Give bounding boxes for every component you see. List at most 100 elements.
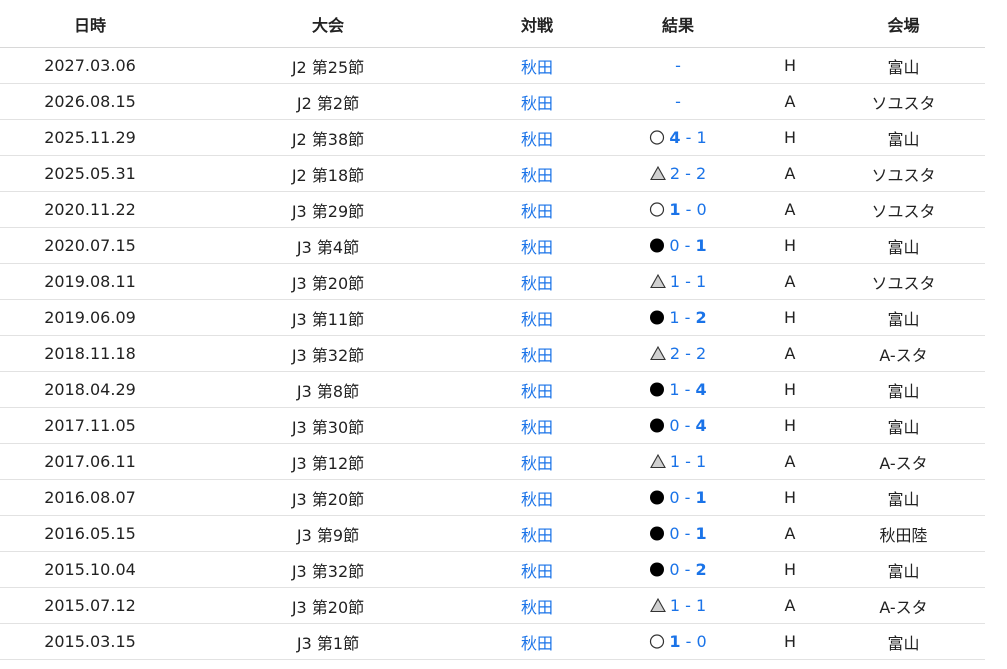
match-date: 2019.08.11 <box>0 263 180 300</box>
match-competition: J2 第18節 <box>180 155 476 192</box>
score-home: 1 <box>669 200 681 219</box>
score-separator: - <box>679 560 696 579</box>
black-circle-icon <box>649 381 665 397</box>
white-circle-icon <box>649 633 665 649</box>
match-venue: ソユスタ <box>822 83 985 120</box>
match-result-cell: - <box>598 47 758 84</box>
result-link[interactable]: - <box>675 56 681 75</box>
opponent-link[interactable]: 秋田 <box>521 130 553 149</box>
match-result-cell: - <box>598 83 758 120</box>
result-link[interactable]: 4 - 1 <box>669 128 706 147</box>
match-opponent-cell: 秋田 <box>476 47 598 84</box>
score-away: 2 <box>695 344 707 363</box>
result-link[interactable]: - <box>675 92 681 111</box>
result-link[interactable]: 1 - 2 <box>669 308 706 327</box>
match-venue: 富山 <box>822 551 985 588</box>
triangle-icon <box>649 453 666 469</box>
table-row: 2026.08.15 J2 第2節 秋田 - A ソユスタ <box>0 83 985 120</box>
opponent-link[interactable]: 秋田 <box>521 526 553 545</box>
result-link[interactable]: 0 - 1 <box>669 488 706 507</box>
match-date: 2020.11.22 <box>0 191 180 228</box>
match-opponent-cell: 秋田 <box>476 371 598 408</box>
opponent-link[interactable]: 秋田 <box>521 166 553 185</box>
score-home: 0 <box>669 236 680 255</box>
result-link[interactable]: 0 - 1 <box>669 236 706 255</box>
opponent-link[interactable]: 秋田 <box>521 202 553 221</box>
result-link[interactable]: 1 - 0 <box>669 632 706 651</box>
result-link[interactable]: 0 - 4 <box>669 416 706 435</box>
table-row: 2020.11.22 J3 第29節 秋田 1 - 0 A ソユスタ <box>0 191 985 228</box>
match-opponent-cell: 秋田 <box>476 587 598 624</box>
match-competition: J2 第2節 <box>180 83 476 120</box>
result-link[interactable]: 1 - 0 <box>669 200 706 219</box>
match-date: 2015.07.12 <box>0 587 180 624</box>
match-date: 2018.11.18 <box>0 335 180 372</box>
opponent-link[interactable]: 秋田 <box>521 58 553 77</box>
result-link[interactable]: 2 - 2 <box>670 344 706 363</box>
score-away: 4 <box>695 380 707 399</box>
match-result-cell: 0 - 4 <box>598 407 758 444</box>
match-opponent-cell: 秋田 <box>476 515 598 552</box>
score-home: 4 <box>669 128 681 147</box>
match-result-cell: 1 - 0 <box>598 623 758 660</box>
score-home: 0 <box>669 560 680 579</box>
match-competition: J3 第30節 <box>180 407 476 444</box>
opponent-link[interactable]: 秋田 <box>521 238 553 257</box>
score-separator: - <box>680 200 697 219</box>
header-competition: 大会 <box>180 0 476 48</box>
opponent-link[interactable]: 秋田 <box>521 598 553 617</box>
match-opponent-cell: 秋田 <box>476 443 598 480</box>
match-result-cell: 1 - 4 <box>598 371 758 408</box>
white-circle-icon <box>649 201 665 217</box>
match-competition: J3 第11節 <box>180 299 476 336</box>
score-separator: - <box>679 524 696 543</box>
score-home: 0 <box>669 488 680 507</box>
result-link[interactable]: 1 - 1 <box>670 596 706 615</box>
result-link[interactable]: 0 - 2 <box>669 560 706 579</box>
result-link[interactable]: 0 - 1 <box>669 524 706 543</box>
opponent-link[interactable]: 秋田 <box>521 418 553 437</box>
match-date: 2025.05.31 <box>0 155 180 192</box>
score-away: 1 <box>695 488 707 507</box>
result-link[interactable]: 1 - 1 <box>670 452 706 471</box>
result-link[interactable]: 1 - 4 <box>669 380 706 399</box>
opponent-link[interactable]: 秋田 <box>521 346 553 365</box>
score-home: 1 <box>669 452 681 471</box>
table-row: 2020.07.15 J3 第4節 秋田 0 - 1 H 富山 <box>0 227 985 264</box>
match-venue: 富山 <box>822 299 985 336</box>
opponent-link[interactable]: 秋田 <box>521 94 553 113</box>
match-opponent-cell: 秋田 <box>476 155 598 192</box>
match-competition: J3 第32節 <box>180 335 476 372</box>
header-date: 日時 <box>0 0 180 48</box>
match-home-away: A <box>758 83 822 120</box>
table-row: 2016.08.07 J3 第20節 秋田 0 - 1 H 富山 <box>0 479 985 516</box>
match-venue: A-スタ <box>822 587 985 624</box>
match-competition: J3 第20節 <box>180 479 476 516</box>
score-separator: - <box>680 452 696 471</box>
opponent-link[interactable]: 秋田 <box>521 382 553 401</box>
opponent-link[interactable]: 秋田 <box>521 310 553 329</box>
table-row: 2015.07.12 J3 第20節 秋田 1 - 1 A A-スタ <box>0 587 985 624</box>
result-link[interactable]: 1 - 1 <box>670 272 706 291</box>
opponent-link[interactable]: 秋田 <box>521 454 553 473</box>
score-away: 0 <box>696 200 707 219</box>
opponent-link[interactable]: 秋田 <box>521 562 553 581</box>
score-away: 0 <box>696 632 707 651</box>
match-home-away: A <box>758 155 822 192</box>
score-away: 1 <box>695 596 707 615</box>
match-date: 2015.10.04 <box>0 551 180 588</box>
match-date: 2017.11.05 <box>0 407 180 444</box>
score-separator: - <box>680 128 697 147</box>
match-home-away: H <box>758 479 822 516</box>
match-result-cell: 1 - 1 <box>598 443 758 480</box>
score-home: 1 <box>669 308 680 327</box>
match-competition: J3 第12節 <box>180 443 476 480</box>
opponent-link[interactable]: 秋田 <box>521 274 553 293</box>
opponent-link[interactable]: 秋田 <box>521 490 553 509</box>
match-venue: 富山 <box>822 407 985 444</box>
result-link[interactable]: 2 - 2 <box>670 164 706 183</box>
score-home: 1 <box>669 596 681 615</box>
score-separator: - <box>679 380 696 399</box>
opponent-link[interactable]: 秋田 <box>521 634 553 653</box>
match-date: 2015.03.15 <box>0 623 180 660</box>
